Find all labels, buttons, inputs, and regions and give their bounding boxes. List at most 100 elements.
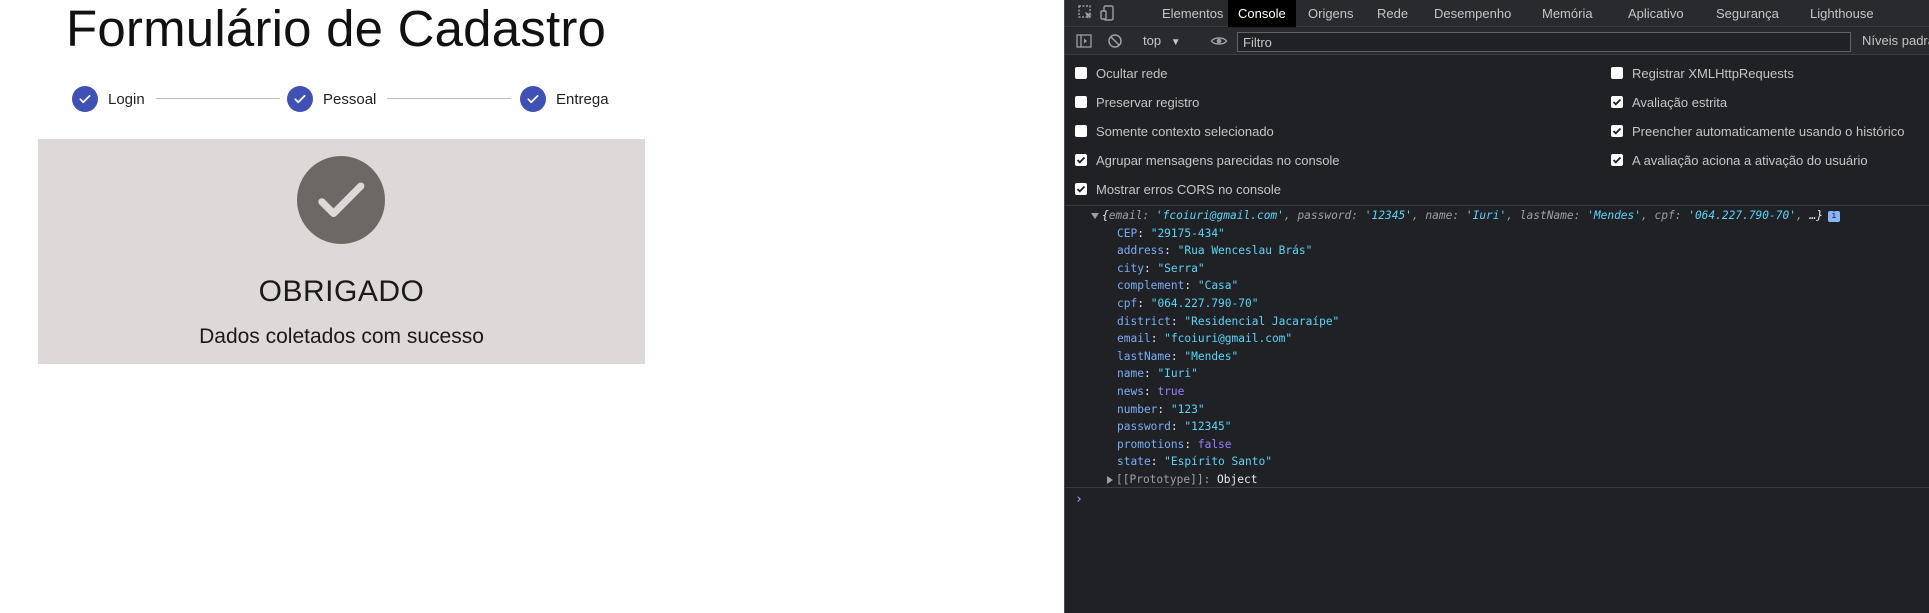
success-heading: OBRIGADO	[258, 275, 425, 308]
property-value: true	[1157, 384, 1185, 398]
property-key: state	[1117, 455, 1151, 469]
stepper: Login Pessoal Entrega	[72, 85, 612, 113]
step-label: Pessoal	[323, 90, 377, 108]
checkbox[interactable]	[1611, 67, 1623, 79]
property-key: password	[1117, 420, 1171, 434]
setting-preserve-log[interactable]: Preservar registro	[1075, 92, 1199, 112]
log-property-row: CEP: "29175-434"	[1117, 226, 1225, 240]
console-toolbar: top ▼ Níveis padrão	[1065, 28, 1929, 55]
devtools-tabbar: Elementos Console Origens Rede Desempenh…	[1065, 0, 1929, 27]
log-property-row: address: "Rua Wenceslau Brás"	[1117, 244, 1313, 258]
checkbox-checked[interactable]	[1611, 96, 1623, 108]
tab-lighthouse[interactable]: Lighthouse	[1800, 0, 1884, 27]
setting-log-xhr[interactable]: Registrar XMLHttpRequests	[1611, 63, 1794, 83]
log-property-list: CEP: "29175-434" address: "Rua Wenceslau …	[1107, 225, 1340, 489]
property-key: city	[1117, 261, 1144, 275]
prompt-chevron-icon: ›	[1075, 492, 1083, 507]
check-icon	[1612, 156, 1622, 164]
inspect-element-icon[interactable]	[1077, 4, 1095, 22]
property-value: "Residencial Jacaraípe"	[1184, 314, 1340, 328]
prototype-value: Object	[1217, 472, 1258, 486]
step-connector	[387, 98, 511, 99]
context-select[interactable]: top ▼	[1143, 33, 1181, 48]
property-value: "123"	[1170, 402, 1205, 416]
checkbox-checked[interactable]	[1611, 125, 1623, 137]
checkbox-checked[interactable]	[1611, 154, 1623, 166]
step-label: Entrega	[556, 90, 609, 108]
log-property-row: state: "Espírito Santo"	[1117, 455, 1272, 469]
setting-label: Agrupar mensagens parecidas no console	[1096, 152, 1340, 168]
setting-show-cors-errors[interactable]: Mostrar erros CORS no console	[1075, 179, 1281, 199]
log-object-summary[interactable]: {email: 'fcoiuri@gmail.com', password: '…	[1091, 207, 1840, 225]
check-icon	[1612, 98, 1622, 106]
tab-elementos[interactable]: Elementos	[1152, 0, 1233, 27]
checkbox[interactable]	[1075, 96, 1087, 108]
device-toolbar-icon[interactable]	[1099, 4, 1117, 22]
property-key: promotions	[1117, 437, 1185, 451]
checkbox[interactable]	[1075, 67, 1087, 79]
step-pessoal[interactable]: Pessoal	[287, 85, 376, 113]
log-property-row: complement: "Casa"	[1117, 279, 1239, 293]
property-value: "Mendes"	[1184, 349, 1239, 363]
property-key: lastName	[1117, 349, 1171, 363]
tab-rede[interactable]: Rede	[1367, 0, 1418, 27]
checkbox-checked[interactable]	[1075, 183, 1087, 195]
check-icon	[1612, 127, 1622, 135]
info-icon[interactable]: i	[1827, 210, 1840, 222]
checkbox-checked[interactable]	[1075, 154, 1087, 166]
setting-user-activation[interactable]: A avaliação aciona a ativação do usuário	[1611, 150, 1868, 170]
tab-desempenho[interactable]: Desempenho	[1424, 0, 1521, 27]
filter-input[interactable]	[1237, 32, 1851, 52]
log-property-row: cpf: "064.227.790-70"	[1117, 296, 1259, 310]
tab-seguranca[interactable]: Segurança	[1706, 0, 1789, 27]
levels-dropdown[interactable]: Níveis padrão	[1862, 33, 1929, 48]
collapse-triangle-icon[interactable]	[1091, 213, 1099, 219]
console-settings: Ocultar rede Preservar registro Somente …	[1065, 56, 1929, 206]
property-key: name	[1117, 367, 1144, 381]
property-key: CEP	[1117, 226, 1138, 240]
checkbox[interactable]	[1075, 125, 1087, 137]
success-card: OBRIGADO Dados coletados com sucesso	[38, 139, 645, 364]
property-value: "29175-434"	[1150, 226, 1225, 240]
expand-triangle-icon[interactable]	[1107, 475, 1113, 484]
console-prompt[interactable]: ›	[1065, 487, 1929, 509]
property-value: "12345"	[1184, 420, 1232, 434]
step-entrega[interactable]: Entrega	[520, 85, 609, 113]
tab-aplicativo[interactable]: Aplicativo	[1618, 0, 1694, 27]
tab-console[interactable]: Console	[1228, 0, 1296, 27]
success-message: Dados coletados com sucesso	[199, 325, 484, 348]
setting-group-similar[interactable]: Agrupar mensagens parecidas no console	[1075, 150, 1340, 170]
sidebar-toggle-icon[interactable]	[1075, 32, 1093, 50]
setting-autocomplete-history[interactable]: Preencher automaticamente usando o histó…	[1611, 121, 1904, 141]
log-property-row: email: "fcoiuri@gmail.com"	[1117, 332, 1293, 346]
log-prototype-row[interactable]: [[Prototype]]: Object	[1107, 471, 1339, 489]
clear-console-icon[interactable]	[1106, 32, 1124, 50]
setting-label: Preservar registro	[1096, 94, 1200, 110]
live-expression-icon[interactable]	[1210, 32, 1228, 50]
chevron-down-icon: ▼	[1170, 37, 1181, 48]
property-value: "064.227.790-70"	[1150, 296, 1259, 310]
property-key: email	[1117, 332, 1151, 346]
property-value: "Iuri"	[1157, 367, 1198, 381]
property-key: complement	[1117, 279, 1185, 293]
setting-hide-network[interactable]: Ocultar rede	[1075, 63, 1168, 83]
form-page: Formulário de Cadastro Login Pessoal Ent…	[0, 0, 1064, 613]
property-value: "Casa"	[1197, 279, 1239, 293]
tab-origens[interactable]: Origens	[1298, 0, 1364, 27]
setting-label: Avaliação estrita	[1632, 94, 1728, 110]
setting-label: Mostrar erros CORS no console	[1096, 181, 1281, 197]
tab-memoria[interactable]: Memória	[1532, 0, 1603, 27]
check-circle-icon	[297, 156, 385, 244]
property-key: number	[1117, 402, 1158, 416]
page-title: Formulário de Cadastro	[66, 0, 607, 57]
property-key: district	[1117, 314, 1171, 328]
setting-eager-evaluation[interactable]: Avaliação estrita	[1611, 92, 1727, 112]
setting-selected-context-only[interactable]: Somente contexto selecionado	[1075, 121, 1274, 141]
step-label: Login	[108, 90, 145, 108]
log-property-row: city: "Serra"	[1117, 261, 1205, 275]
log-property-row: promotions: false	[1117, 437, 1232, 451]
console-messages: {email: 'fcoiuri@gmail.com', password: '…	[1065, 207, 1929, 613]
property-key: cpf	[1117, 296, 1138, 310]
check-icon	[520, 86, 546, 112]
step-login[interactable]: Login	[72, 85, 145, 113]
